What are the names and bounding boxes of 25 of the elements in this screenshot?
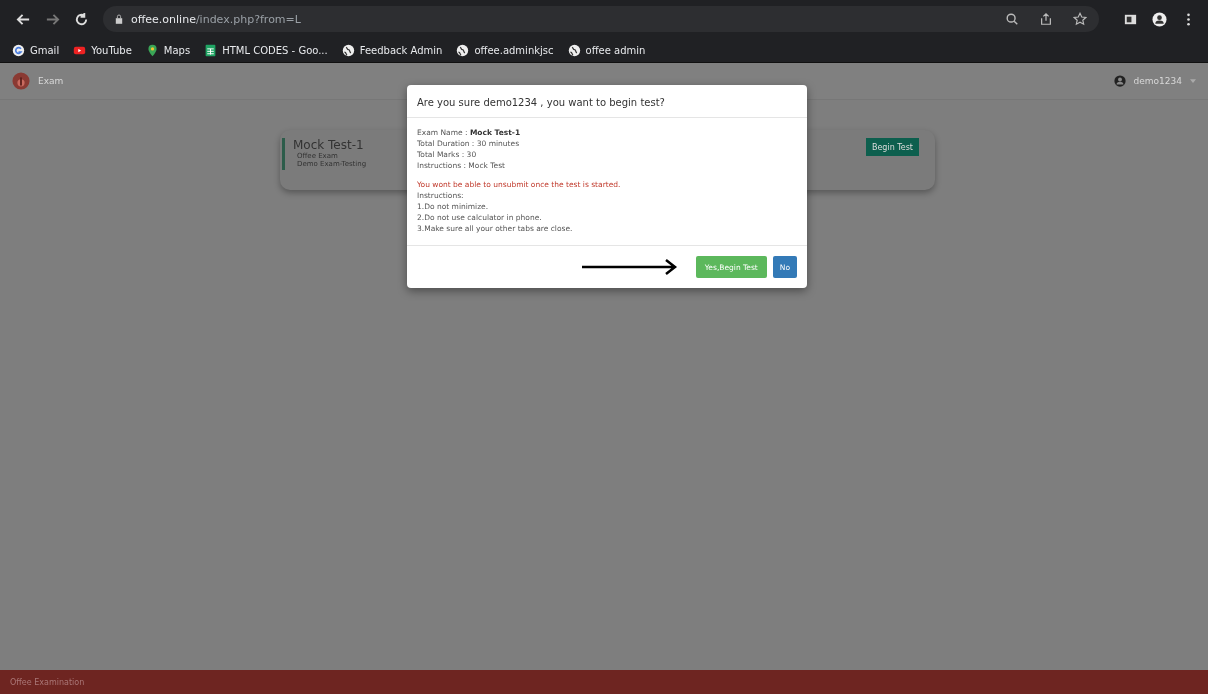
lock-icon <box>115 14 123 24</box>
spreadsheet-icon <box>204 43 218 57</box>
reload-icon[interactable] <box>74 11 89 27</box>
caret-icon <box>1190 79 1196 83</box>
star-icon[interactable] <box>1073 12 1087 26</box>
begin-test-button[interactable]: Begin Test <box>865 138 919 156</box>
bookmark[interactable]: YouTube <box>73 43 132 57</box>
url-text: offee.online/index.php?from=L <box>131 12 301 26</box>
bookmark[interactable]: offee.adminkjsc <box>456 43 554 57</box>
google-icon <box>12 43 25 57</box>
dialog-title: Are you sure demo1234 , you want to begin test? <box>417 97 665 108</box>
bookmark[interactable]: offee admin <box>567 43 646 57</box>
bookmark[interactable]: Maps <box>145 43 191 57</box>
bookmark[interactable]: Gmail <box>12 43 60 57</box>
zoom-icon[interactable] <box>1005 12 1019 26</box>
share-icon[interactable] <box>1039 12 1053 26</box>
address-bar[interactable]: offee.online/index.php?from=L <box>103 6 1099 32</box>
user-icon <box>1113 75 1126 87</box>
bookmark[interactable]: HTML CODES - Goo... <box>204 43 328 57</box>
footer-text: Offee Examination <box>10 677 85 687</box>
arrow-icon <box>581 258 678 276</box>
exam-title: Mock Test-1 <box>293 138 365 152</box>
bookmark[interactable]: Feedback Admin <box>341 43 443 57</box>
profile-icon[interactable] <box>1152 11 1167 27</box>
map-pin-icon <box>145 43 159 57</box>
